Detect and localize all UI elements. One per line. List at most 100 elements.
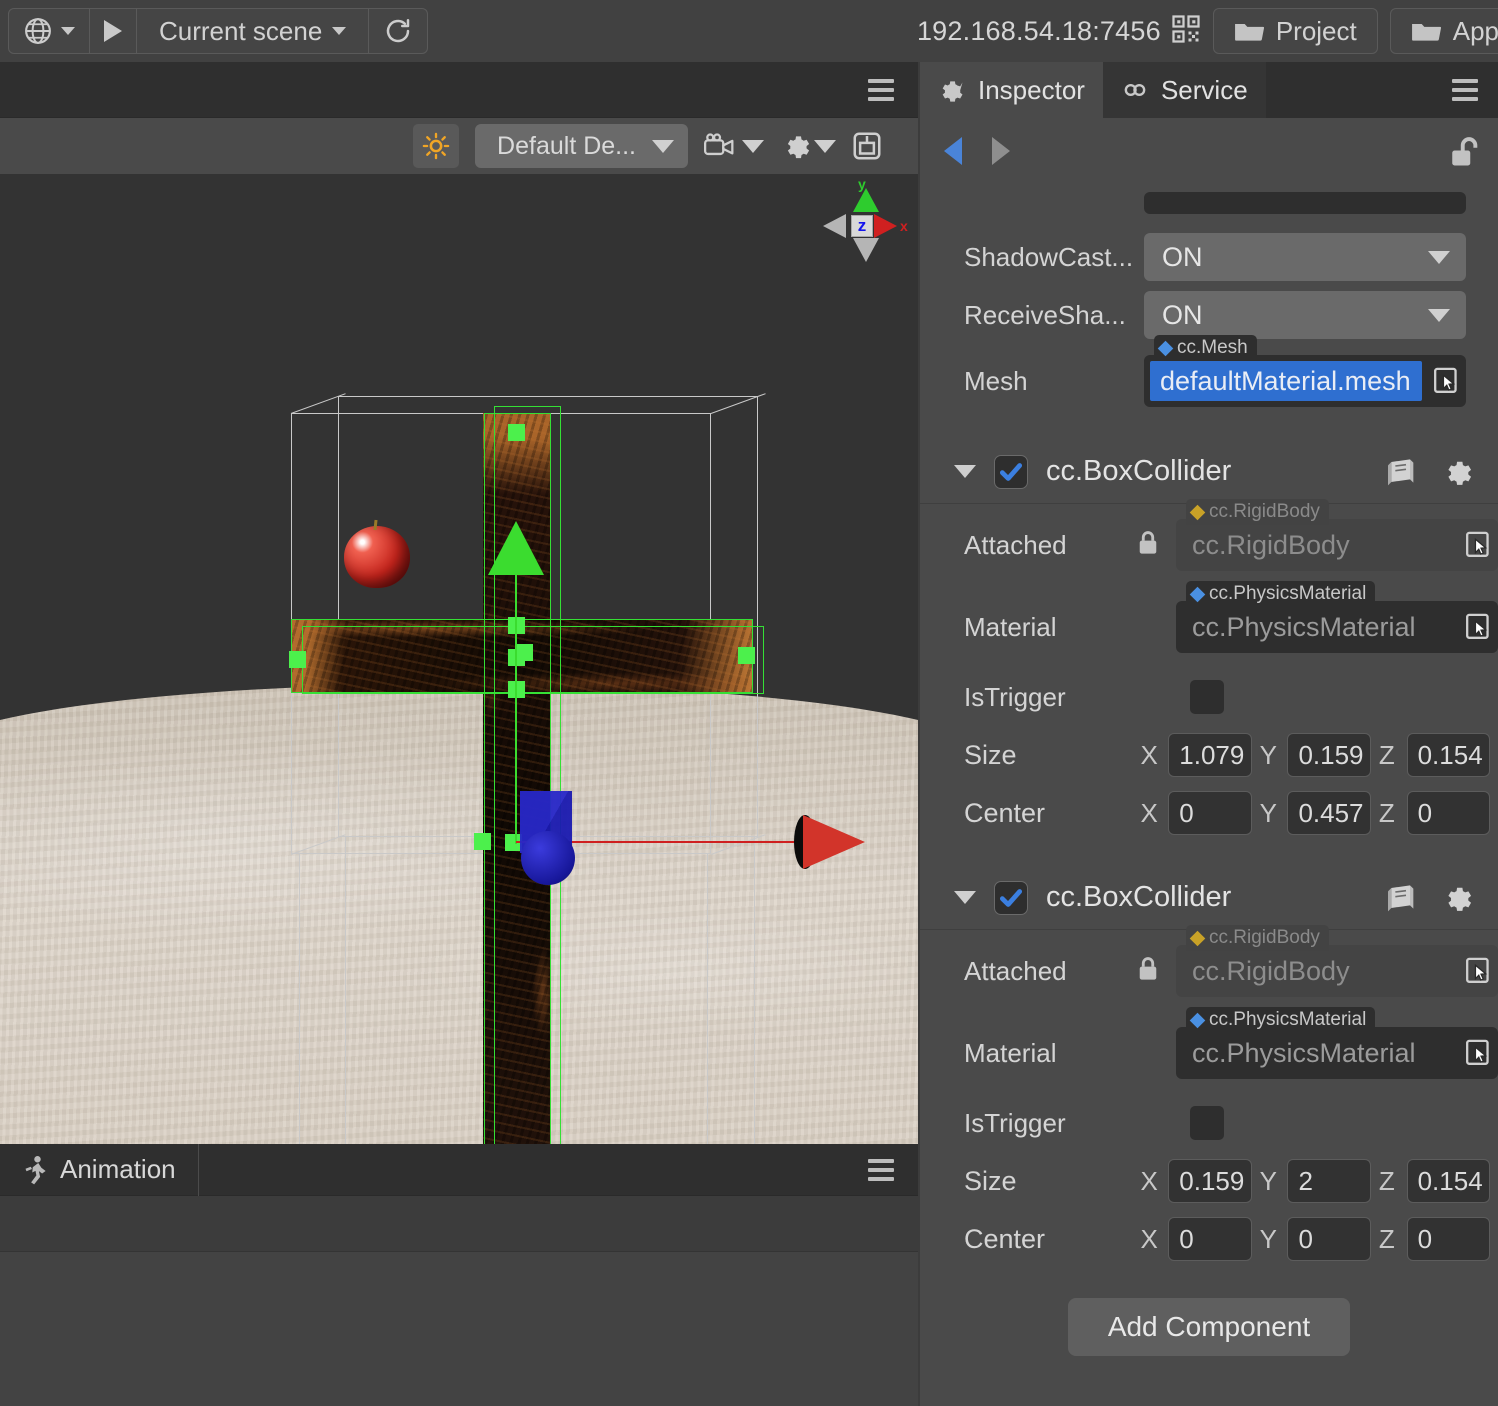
platform-globe-button[interactable]	[9, 9, 90, 53]
size-y-input[interactable]: 2	[1287, 1159, 1371, 1203]
istrigger-label: IsTrigger	[964, 681, 1066, 712]
triangle-down-icon[interactable]	[954, 891, 976, 904]
component-title: cc.BoxCollider	[1046, 881, 1232, 913]
property-row-material-2: Material cc.PhysicsMaterial cc.PhysicsMa…	[920, 1007, 1498, 1094]
material-label: Material	[964, 1037, 1057, 1068]
mesh-value[interactable]: defaultMaterial.mesh	[1150, 361, 1422, 401]
open-project-folder-button[interactable]: Project	[1212, 8, 1378, 54]
material-value: cc.PhysicsMaterial	[1192, 611, 1416, 642]
viewport-axis-gizmo[interactable]: z y x	[812, 176, 908, 268]
property-row-attached-1: Attached cc.RigidBody cc.RigidBody	[920, 499, 1498, 586]
size-x-input[interactable]: 0.159	[1168, 1159, 1252, 1203]
axis-y-label: Y	[1259, 1165, 1278, 1196]
gear-icon[interactable]	[1440, 456, 1472, 488]
tab-animation[interactable]: Animation	[0, 1143, 199, 1196]
qr-code-button[interactable]	[1171, 14, 1201, 49]
attached-type-badge: cc.RigidBody	[1186, 925, 1329, 951]
scene-settings-dropdown[interactable]	[780, 131, 836, 161]
axis-gizmo-negx-arrow[interactable]	[823, 214, 846, 238]
size-label: Size	[964, 739, 1017, 770]
scene-layout-button[interactable]	[852, 131, 882, 161]
transform-handle[interactable]	[508, 424, 525, 441]
center-z-input[interactable]: 0	[1406, 1217, 1490, 1261]
scene-selector-dropdown[interactable]: Current scene	[137, 9, 370, 53]
scene-camera-dropdown[interactable]	[704, 132, 764, 160]
center-x-input[interactable]: 0	[1168, 791, 1252, 835]
apple-object[interactable]	[344, 519, 410, 588]
nav-back-button[interactable]	[944, 137, 962, 165]
running-man-icon	[25, 1155, 46, 1184]
clipped-object-field[interactable]	[1144, 192, 1466, 214]
transform-handle[interactable]	[474, 833, 491, 850]
gizmo-axis-y-line[interactable]	[515, 574, 517, 844]
axis-gizmo-negy-arrow[interactable]	[853, 238, 879, 262]
inspector-lock-button[interactable]	[1448, 134, 1482, 175]
add-component-button[interactable]: Add Component	[1067, 1298, 1351, 1356]
attached-value: cc.RigidBody	[1192, 955, 1350, 986]
gizmo-axis-y-arrow[interactable]	[488, 521, 544, 575]
tab-service[interactable]: Service	[1102, 62, 1266, 118]
axis-gizmo-center-z[interactable]: z	[851, 215, 873, 237]
nav-forward-button[interactable]	[992, 137, 1010, 165]
component-enabled-checkbox[interactable]	[994, 454, 1028, 489]
gizmo-axis-x-arrow[interactable]	[803, 815, 865, 869]
play-preview-button[interactable]	[90, 9, 137, 53]
animation-timeline-area[interactable]	[0, 1252, 918, 1406]
material-pick-button[interactable]	[1458, 601, 1498, 653]
device-preview-dropdown[interactable]: Default De...	[475, 124, 688, 168]
attached-object-field[interactable]: cc.RigidBody	[1176, 945, 1498, 997]
tab-inspector[interactable]: Inspector	[920, 62, 1103, 118]
material-value: cc.PhysicsMaterial	[1192, 1037, 1416, 1068]
inspector-menu-button[interactable]	[1452, 79, 1478, 101]
attached-object-field[interactable]: cc.RigidBody	[1176, 519, 1498, 571]
receive-shadow-value: ON	[1162, 299, 1203, 330]
attached-value: cc.RigidBody	[1192, 529, 1350, 560]
material-pick-button[interactable]	[1458, 1027, 1498, 1079]
shadow-casting-dropdown[interactable]: ON	[1144, 233, 1466, 281]
center-z-input[interactable]: 0	[1406, 791, 1490, 835]
scene-viewport-3d[interactable]: z y x	[0, 174, 918, 1144]
mesh-object-field[interactable]: defaultMaterial.mesh	[1144, 355, 1466, 407]
book-help-icon[interactable]	[1386, 883, 1418, 913]
center-y-input[interactable]: 0	[1287, 1217, 1371, 1261]
component-header-boxcollider-1[interactable]: cc.BoxCollider	[920, 440, 1498, 504]
size-x-input[interactable]: 1.079	[1168, 733, 1252, 777]
component-diamond-icon	[1189, 930, 1206, 946]
transform-handle[interactable]	[738, 647, 755, 664]
device-preview-label: Default De...	[497, 131, 636, 160]
material-object-field[interactable]: cc.PhysicsMaterial	[1176, 1027, 1498, 1079]
istrigger-checkbox[interactable]	[1190, 1106, 1224, 1140]
mesh-pick-button[interactable]	[1426, 355, 1466, 407]
receive-shadow-dropdown[interactable]: ON	[1144, 291, 1466, 339]
transform-handle[interactable]	[516, 644, 533, 661]
transform-handle[interactable]	[289, 651, 306, 668]
material-object-field[interactable]: cc.PhysicsMaterial	[1176, 601, 1498, 653]
center-y-input[interactable]: 0.457	[1287, 791, 1371, 835]
inspector-body[interactable]: ShadowCast... ON ReceiveSha... ON Mesh c…	[920, 184, 1498, 1406]
attached-pick-button[interactable]	[1458, 945, 1498, 997]
istrigger-checkbox[interactable]	[1190, 680, 1224, 714]
component-enabled-checkbox[interactable]	[994, 880, 1028, 915]
asset-row-material[interactable]: Material.material	[920, 1392, 1498, 1406]
size-z-input[interactable]: 0.154	[1406, 1159, 1490, 1203]
component-header-boxcollider-2[interactable]: cc.BoxCollider	[920, 866, 1498, 930]
refresh-button[interactable]	[369, 9, 427, 53]
size-z-input[interactable]: 0.154	[1406, 733, 1490, 777]
axis-gizmo-y-arrow[interactable]	[853, 188, 879, 212]
axis-gizmo-x-arrow[interactable]	[874, 214, 897, 238]
book-help-icon[interactable]	[1386, 457, 1418, 487]
scene-panel-menu-button[interactable]	[868, 79, 894, 101]
attached-pick-button[interactable]	[1458, 519, 1498, 571]
triangle-down-icon[interactable]	[954, 465, 976, 478]
selection-outline-vertical-back	[494, 406, 561, 1144]
material-badge-label: cc.PhysicsMaterial	[1209, 1009, 1367, 1030]
scene-lighting-toggle[interactable]	[413, 124, 460, 168]
animation-panel-menu-button[interactable]	[868, 1158, 894, 1181]
size-y-input[interactable]: 0.159	[1287, 733, 1371, 777]
property-row-istrigger-2: IsTrigger	[920, 1094, 1498, 1152]
pick-node-icon	[1466, 531, 1489, 557]
receive-shadow-label: ReceiveSha...	[964, 299, 1126, 330]
center-x-input[interactable]: 0	[1168, 1217, 1252, 1261]
open-app-folder-button[interactable]: App	[1389, 8, 1498, 54]
gear-icon[interactable]	[1440, 882, 1472, 914]
